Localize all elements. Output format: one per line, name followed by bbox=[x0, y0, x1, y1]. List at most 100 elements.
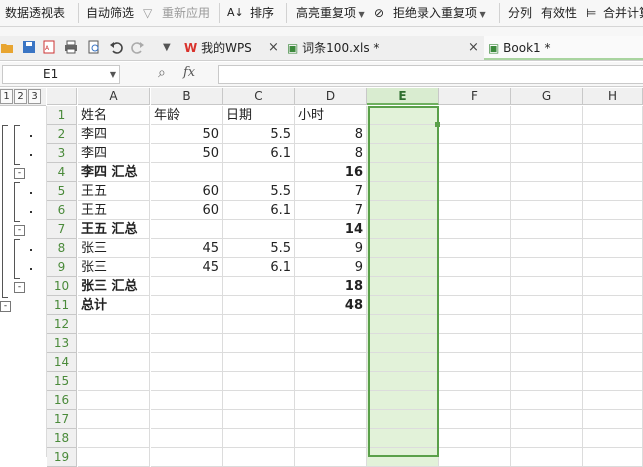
grid-cell[interactable] bbox=[78, 315, 150, 334]
grid-cell[interactable] bbox=[223, 220, 295, 239]
row-header[interactable]: 9 bbox=[47, 258, 77, 277]
grid-cell[interactable]: 5.5 bbox=[223, 182, 295, 201]
column-header[interactable]: B bbox=[151, 88, 223, 105]
row-header[interactable]: 6 bbox=[47, 201, 77, 220]
grid-cell[interactable]: 8 bbox=[295, 125, 367, 144]
grid-cell[interactable] bbox=[511, 410, 583, 429]
grid-cell[interactable] bbox=[511, 429, 583, 448]
grid-cell[interactable] bbox=[367, 258, 439, 277]
grid-cell[interactable] bbox=[367, 277, 439, 296]
grid-cell[interactable] bbox=[223, 163, 295, 182]
autofilter-button[interactable]: 自动筛选 bbox=[86, 5, 134, 21]
reapply-button[interactable]: 重新应用 bbox=[162, 5, 210, 21]
highlight-duplicates-button[interactable]: 高亮重复项 ▼ bbox=[296, 5, 365, 21]
row-header[interactable]: 18 bbox=[47, 429, 77, 448]
grid-cell[interactable] bbox=[367, 296, 439, 315]
grid-cell[interactable] bbox=[151, 334, 223, 353]
column-header[interactable]: E bbox=[367, 88, 439, 105]
row-header[interactable]: 15 bbox=[47, 372, 77, 391]
open-folder-icon[interactable] bbox=[0, 40, 14, 54]
row-header[interactable]: 16 bbox=[47, 391, 77, 410]
grid-cell[interactable] bbox=[223, 429, 295, 448]
grid-cell[interactable] bbox=[511, 239, 583, 258]
grid-cell[interactable] bbox=[439, 125, 511, 144]
row-header[interactable]: 13 bbox=[47, 334, 77, 353]
row-header[interactable]: 7 bbox=[47, 220, 77, 239]
grid-cell[interactable]: 48 bbox=[295, 296, 367, 315]
grid-cell[interactable] bbox=[223, 353, 295, 372]
grid-cell[interactable] bbox=[511, 315, 583, 334]
column-header[interactable]: F bbox=[439, 88, 511, 105]
grid-cell[interactable] bbox=[583, 125, 643, 144]
grid-cell[interactable]: 李四 bbox=[78, 144, 150, 163]
grid-cell[interactable] bbox=[223, 315, 295, 334]
undo-icon[interactable] bbox=[109, 40, 123, 54]
grid-cell[interactable] bbox=[511, 201, 583, 220]
insert-function-button[interactable]: fx bbox=[183, 65, 195, 80]
grid-cell[interactable] bbox=[151, 372, 223, 391]
name-box[interactable]: E1 ▼ bbox=[2, 65, 120, 84]
grid-cell[interactable] bbox=[151, 429, 223, 448]
grid-cell[interactable]: 60 bbox=[151, 201, 223, 220]
grid-cell[interactable] bbox=[295, 372, 367, 391]
select-all-corner[interactable] bbox=[47, 88, 77, 105]
grid-cell[interactable]: 5.5 bbox=[223, 125, 295, 144]
grid-cell[interactable] bbox=[295, 410, 367, 429]
collapse-group-button[interactable]: - bbox=[14, 168, 25, 179]
column-header[interactable]: D bbox=[295, 88, 367, 105]
grid-cell[interactable] bbox=[439, 315, 511, 334]
grid-cell[interactable] bbox=[439, 220, 511, 239]
pivot-table-button[interactable]: 数据透视表 bbox=[5, 5, 65, 21]
search-icon[interactable]: ⌕ bbox=[158, 65, 166, 81]
grid-cell[interactable] bbox=[367, 106, 439, 125]
grid-cell[interactable] bbox=[367, 448, 439, 467]
column-header[interactable]: H bbox=[583, 88, 643, 105]
grid-cell[interactable] bbox=[295, 353, 367, 372]
print-icon[interactable] bbox=[64, 40, 78, 54]
grid-cell[interactable] bbox=[583, 239, 643, 258]
row-header[interactable]: 12 bbox=[47, 315, 77, 334]
grid-cell[interactable] bbox=[223, 391, 295, 410]
grid-cell[interactable] bbox=[78, 429, 150, 448]
grid-cell[interactable] bbox=[511, 334, 583, 353]
grid-cell[interactable] bbox=[367, 125, 439, 144]
grid-cell[interactable] bbox=[367, 144, 439, 163]
grid-cell[interactable] bbox=[439, 410, 511, 429]
validity-button[interactable]: 有效性 bbox=[541, 5, 577, 21]
grid-cell[interactable] bbox=[295, 334, 367, 353]
grid-cell[interactable]: 小时 bbox=[295, 106, 367, 125]
grid-cell[interactable] bbox=[151, 391, 223, 410]
grid-cell[interactable] bbox=[223, 372, 295, 391]
grid-cell[interactable] bbox=[223, 448, 295, 467]
grid-cell[interactable]: 日期 bbox=[223, 106, 295, 125]
grid-cell[interactable] bbox=[367, 201, 439, 220]
merge-calc-button[interactable]: 合并计算 bbox=[603, 5, 643, 21]
row-header[interactable]: 11 bbox=[47, 296, 77, 315]
grid-cell[interactable]: 6.1 bbox=[223, 201, 295, 220]
grid-cell[interactable] bbox=[151, 353, 223, 372]
grid-cell[interactable]: 7 bbox=[295, 182, 367, 201]
grid-cell[interactable] bbox=[367, 372, 439, 391]
row-header[interactable]: 5 bbox=[47, 182, 77, 201]
grid-cell[interactable] bbox=[367, 410, 439, 429]
grid-cell[interactable] bbox=[511, 106, 583, 125]
row-header[interactable]: 2 bbox=[47, 125, 77, 144]
grid-cell[interactable]: 年龄 bbox=[151, 106, 223, 125]
grid-cell[interactable] bbox=[583, 315, 643, 334]
grid-cell[interactable] bbox=[583, 410, 643, 429]
grid-cell[interactable] bbox=[367, 429, 439, 448]
grid-cell[interactable] bbox=[439, 448, 511, 467]
grid-cell[interactable]: 6.1 bbox=[223, 258, 295, 277]
grid-cell[interactable] bbox=[78, 391, 150, 410]
chevron-down-icon[interactable]: ▼ bbox=[110, 66, 116, 83]
grid-cell[interactable] bbox=[583, 448, 643, 467]
grid-cell[interactable] bbox=[78, 448, 150, 467]
grid-cell[interactable]: 8 bbox=[295, 144, 367, 163]
grid-cell[interactable] bbox=[151, 448, 223, 467]
grid-cell[interactable] bbox=[439, 277, 511, 296]
grid-cell[interactable] bbox=[295, 315, 367, 334]
grid-cell[interactable] bbox=[583, 334, 643, 353]
row-header[interactable]: 3 bbox=[47, 144, 77, 163]
collapse-group-button[interactable]: - bbox=[14, 282, 25, 293]
grid-cell[interactable]: 45 bbox=[151, 258, 223, 277]
